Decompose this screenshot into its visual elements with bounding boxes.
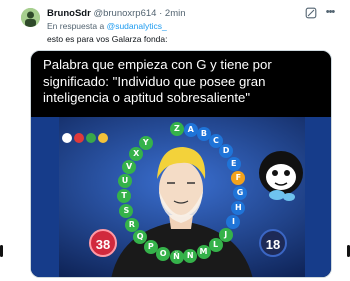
letter-p: P — [143, 239, 158, 254]
question-caption: Palabra que empieza con G y tiene por si… — [31, 51, 331, 117]
letter-e: E — [226, 156, 241, 171]
reply-mention-link[interactable]: @sudanalytics_ — [107, 21, 167, 31]
tweet-text: esto es para vos Galarza fonda: — [47, 34, 168, 44]
tweet-header: BrunoSdr @brunoxrp614 · 2min — [47, 8, 186, 20]
avatar[interactable] — [21, 8, 40, 27]
letter-x: X — [129, 146, 144, 161]
game-scene: ZABCDEFGHIJLMNÑOPQRSTUVXY 38 18 — [31, 117, 331, 277]
reply-prefix: En respuesta a — [47, 21, 105, 31]
letter-ñ: Ñ — [169, 249, 184, 264]
letter-a: A — [183, 122, 198, 137]
letter-y: Y — [138, 135, 153, 150]
tweet[interactable]: BrunoSdr @brunoxrp614 · 2min ••• En resp… — [0, 0, 350, 281]
reply-context: En respuesta a @sudanalytics_ — [47, 21, 167, 31]
score-right: 18 — [259, 229, 287, 257]
letter-o: O — [156, 246, 171, 261]
timestamp[interactable]: 2min — [165, 8, 186, 19]
scroll-marker-left — [0, 245, 3, 257]
letter-m: M — [196, 245, 211, 260]
letter-v: V — [122, 159, 137, 174]
user-handle[interactable]: @brunoxrp614 — [93, 8, 156, 19]
grok-icon[interactable] — [305, 6, 317, 19]
display-name[interactable]: BrunoSdr — [47, 8, 91, 19]
letter-r: R — [124, 218, 139, 233]
tweet-media[interactable]: Palabra que empieza con G y tiene por si… — [30, 50, 332, 278]
score-left: 38 — [89, 229, 117, 257]
letter-l: L — [208, 238, 223, 253]
more-icon[interactable]: ••• — [324, 6, 336, 18]
separator: · — [159, 8, 163, 19]
